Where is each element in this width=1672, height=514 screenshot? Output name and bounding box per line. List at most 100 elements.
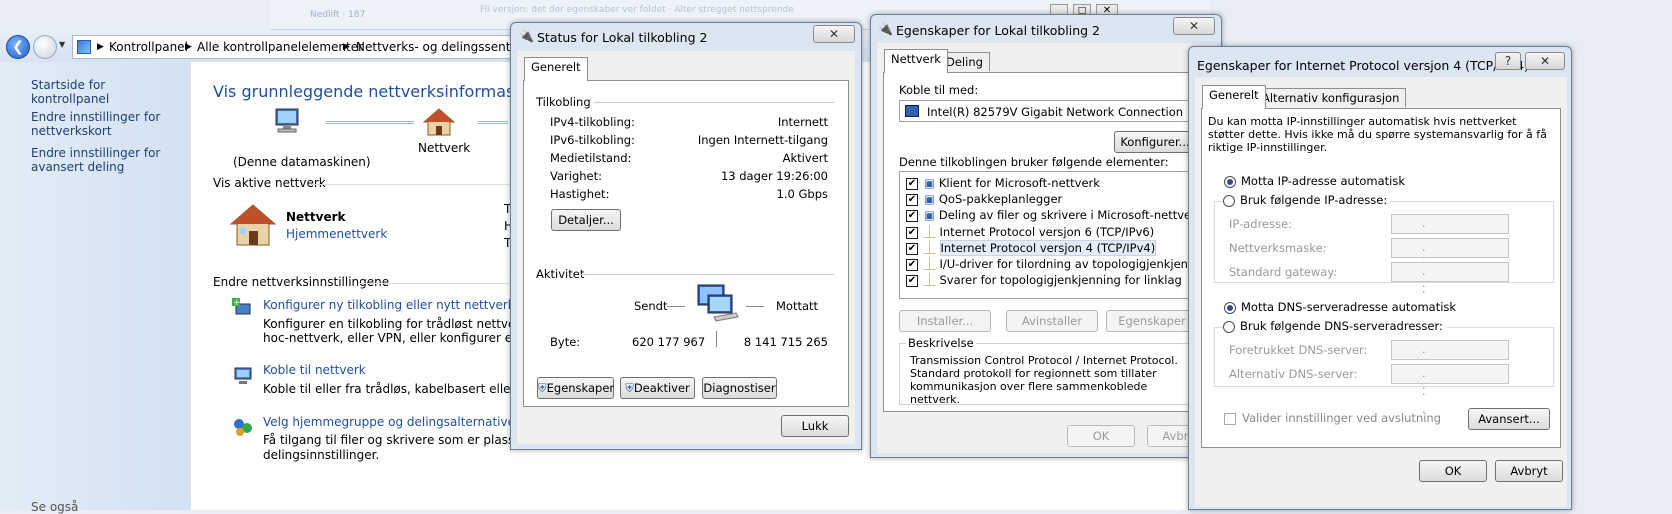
client-icon: ▣ bbox=[924, 176, 935, 190]
disable-button-label: Deaktiver bbox=[633, 381, 690, 395]
divider bbox=[594, 102, 834, 103]
uninstall-button[interactable]: Avinstaller bbox=[1006, 310, 1098, 332]
checkbox[interactable]: ✔ bbox=[906, 209, 918, 222]
advanced-button[interactable]: Avansert... bbox=[1468, 408, 1550, 430]
help-icon[interactable]: ? bbox=[1495, 52, 1521, 70]
radio-selected[interactable] bbox=[1224, 301, 1236, 314]
alternate-dns-field[interactable]: . . . bbox=[1391, 364, 1509, 416]
checkbox[interactable]: ✔ bbox=[906, 274, 918, 287]
forward-button[interactable] bbox=[33, 35, 57, 59]
tab-general[interactable]: Generelt bbox=[1202, 85, 1266, 109]
ip-auto-radio[interactable]: Motta IP-adresse automatisk bbox=[1224, 174, 1405, 188]
background-blurred-text: Nedlift · 187 bbox=[310, 10, 366, 20]
checkbox[interactable]: ✔ bbox=[906, 258, 918, 271]
checkbox-unchecked[interactable] bbox=[1224, 412, 1236, 425]
network-plug-icon: 🔌 bbox=[519, 29, 534, 43]
tab-general[interactable]: Generelt bbox=[524, 57, 588, 81]
breadcrumb-separator: ▶ bbox=[185, 42, 192, 52]
connection-group-heading: Tilkobling bbox=[536, 95, 591, 109]
sidebar-see-also: Se også bbox=[31, 500, 79, 514]
list-item-label: I/U-driver for tilordning av topologigje… bbox=[939, 257, 1218, 271]
ip-address-label: IP-adresse: bbox=[1229, 217, 1293, 231]
alternate-dns-label: Alternativ DNS-server: bbox=[1229, 367, 1358, 381]
validate-checkbox[interactable]: Valider innstillinger ved avslutning bbox=[1224, 411, 1441, 425]
chevron-down-icon[interactable]: ▼ bbox=[59, 40, 65, 49]
preferred-dns-field[interactable]: . . . bbox=[1391, 340, 1509, 392]
list-item-selected[interactable]: ✔ ⏊ Internet Protocol versjon 4 (TCP/IPv4) bbox=[906, 240, 1157, 256]
radio-label: Motta DNS-serveradresse automatisk bbox=[1241, 300, 1457, 314]
sidebar-item-advanced-sharing[interactable]: Endre innstillinger for avansert deling bbox=[31, 146, 191, 174]
install-button[interactable]: Installer... bbox=[899, 310, 991, 332]
list-item[interactable]: ✔ ▣ QoS-pakkeplanlegger bbox=[906, 192, 1062, 206]
divider bbox=[716, 331, 717, 347]
properties-button[interactable]: ⛨Egenskaper bbox=[537, 377, 614, 399]
breadcrumb-item-all-items[interactable]: Alle kontrollpanelelementer bbox=[197, 36, 363, 58]
disable-button[interactable]: ⛨Deaktiver bbox=[620, 377, 695, 399]
task-connect-link[interactable]: Koble til nettverk bbox=[263, 363, 366, 377]
list-item[interactable]: ✔ ⏊ Svarer for topologigjenkjenning for li… bbox=[906, 272, 1182, 288]
connection-line bbox=[478, 121, 508, 124]
gateway-field[interactable]: . . . bbox=[1391, 262, 1509, 314]
list-item-label: Deling av filer og skrivere i Microsoft-… bbox=[938, 208, 1203, 222]
status-tab-panel: Tilkobling IPv4-tilkobling: Internett IP… bbox=[523, 80, 849, 407]
this-computer-label: (Denne datamaskinen) bbox=[233, 155, 371, 169]
component-properties-button[interactable]: Egenskaper bbox=[1106, 310, 1198, 332]
list-item[interactable]: ✔ ⏊ Internet Protocol versjon 6 (TCP/IPv6) bbox=[906, 224, 1154, 240]
activity-group-heading: Aktivitet bbox=[536, 267, 585, 281]
ip-manual-radio[interactable]: Bruk følgende IP-adresse: bbox=[1223, 193, 1392, 207]
breadcrumb-item-network-center[interactable]: Nettverks- og delingssenter bbox=[356, 36, 523, 58]
list-item[interactable]: ✔ ⏊ I/U-driver for tilordning av topologig… bbox=[906, 256, 1217, 272]
bytes-received-value: 8 141 715 265 bbox=[743, 335, 828, 349]
tab-label: Deling bbox=[946, 55, 983, 69]
homegroup-icon bbox=[232, 416, 254, 438]
ipv4-dialog-body: Generelt Alternativ konfigurasjon Du kan… bbox=[1195, 77, 1567, 507]
ok-button[interactable]: OK bbox=[1419, 460, 1487, 482]
breadcrumb-item-control-panel[interactable]: Kontrollpanel bbox=[109, 36, 188, 58]
back-button[interactable]: ❮ bbox=[6, 35, 30, 59]
sidebar-item-control-panel-home[interactable]: Startside for kontrollpanel bbox=[31, 78, 181, 106]
task-homegroup-link[interactable]: Velg hjemmegruppe og delingsalternativer bbox=[263, 415, 520, 429]
divider bbox=[310, 184, 510, 185]
cancel-button[interactable]: Avbryt bbox=[1495, 460, 1563, 482]
subnet-mask-field[interactable]: . . . bbox=[1391, 238, 1509, 290]
ipv4-tab-panel: Du kan motta IP-innstillinger automatisk… bbox=[1201, 108, 1561, 448]
configure-button[interactable]: Konfigurer... bbox=[1114, 131, 1196, 153]
service-icon: ▣ bbox=[924, 192, 935, 206]
ip-address-field[interactable]: . . . bbox=[1391, 214, 1509, 266]
radio-unselected[interactable] bbox=[1223, 320, 1235, 333]
close-icon[interactable]: ✕ bbox=[1173, 17, 1215, 35]
status-dialog: 🔌 Status for Lokal tilkobling 2 ✕ Genere… bbox=[510, 22, 862, 450]
sent-label: Sendt bbox=[634, 299, 668, 313]
radio-label: Motta IP-adresse automatisk bbox=[1241, 174, 1405, 188]
close-icon[interactable]: ✕ bbox=[813, 25, 855, 43]
tab-label: Generelt bbox=[1209, 88, 1259, 102]
tab-alternate-config[interactable]: Alternativ konfigurasjon bbox=[1255, 88, 1407, 107]
network-type-link[interactable]: Hjemmenettverk bbox=[286, 227, 387, 241]
checkbox[interactable]: ✔ bbox=[906, 226, 918, 239]
list-item[interactable]: ✔ ▣ Deling av filer og skrivere i Microsof… bbox=[906, 208, 1202, 222]
divider bbox=[667, 306, 685, 307]
ok-button[interactable]: OK bbox=[1067, 425, 1135, 447]
list-item-label: Klient for Microsoft-nettverk bbox=[938, 176, 1100, 190]
checkbox[interactable]: ✔ bbox=[906, 177, 918, 190]
close-button[interactable]: Lukk bbox=[781, 415, 849, 437]
connect-network-icon bbox=[232, 364, 254, 386]
tab-network[interactable]: Nettverk bbox=[884, 49, 948, 73]
radio-selected[interactable] bbox=[1224, 175, 1236, 188]
details-button[interactable]: Detaljer... bbox=[551, 209, 621, 231]
checkbox[interactable]: ✔ bbox=[906, 193, 918, 206]
close-icon[interactable]: ✕ bbox=[1525, 52, 1565, 70]
sidebar: Startside for kontrollpanel Endre innsti… bbox=[0, 62, 191, 514]
protocol-icon: ⏊ bbox=[924, 225, 936, 239]
divider bbox=[360, 283, 510, 284]
divider bbox=[746, 306, 764, 307]
dns-manual-radio[interactable]: Bruk følgende DNS-serveradresser: bbox=[1223, 319, 1447, 333]
bytes-label: Byte: bbox=[550, 335, 581, 349]
list-item[interactable]: ✔ ▣ Klient for Microsoft-nettverk bbox=[906, 176, 1100, 190]
diagnose-button[interactable]: Diagnostiser bbox=[702, 377, 777, 399]
task-new-connection-link[interactable]: Konfigurer ny tilkobling eller nytt nett… bbox=[263, 298, 515, 312]
sidebar-item-adapter-settings[interactable]: Endre innstillinger for nettverkskort bbox=[31, 110, 161, 138]
checkbox[interactable]: ✔ bbox=[906, 242, 918, 255]
radio-unselected[interactable] bbox=[1223, 194, 1235, 207]
dns-auto-radio[interactable]: Motta DNS-serveradresse automatisk bbox=[1224, 300, 1456, 314]
